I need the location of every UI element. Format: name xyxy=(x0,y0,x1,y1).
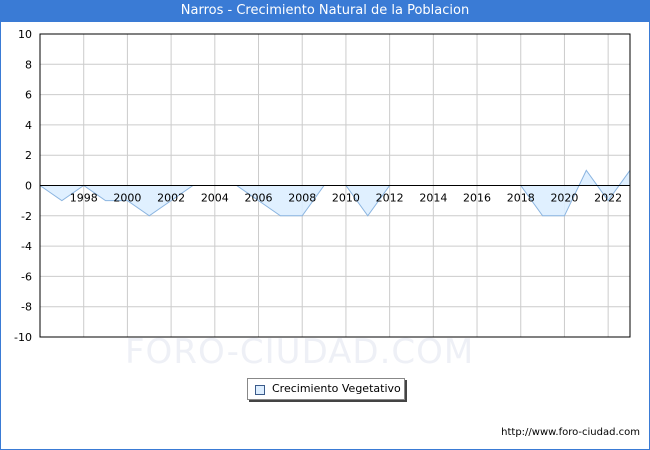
x-tick-label: 2006 xyxy=(245,192,273,205)
x-tick-label: 2014 xyxy=(419,192,447,205)
x-tick-label: 2008 xyxy=(288,192,316,205)
legend-label: Crecimiento Vegetativo xyxy=(272,382,401,395)
y-tick-label: 4 xyxy=(25,119,32,132)
y-tick-label: 8 xyxy=(25,58,32,71)
x-tick-label: 2020 xyxy=(550,192,578,205)
x-tick-label: 2010 xyxy=(332,192,360,205)
x-tick-label: 2012 xyxy=(376,192,404,205)
y-tick-label: -6 xyxy=(21,270,32,283)
y-tick-label: -8 xyxy=(21,301,32,314)
y-tick-label: 10 xyxy=(18,28,32,41)
axes xyxy=(39,33,631,338)
x-tick-label: 2002 xyxy=(157,192,185,205)
x-tick-label: 2000 xyxy=(113,192,141,205)
y-tick-label: -2 xyxy=(21,210,32,223)
x-tick-label: 1998 xyxy=(70,192,98,205)
y-tick-label: -4 xyxy=(21,240,32,253)
y-tick-label: -10 xyxy=(14,331,32,344)
x-tick-label: 2016 xyxy=(463,192,491,205)
x-tick-label: 2018 xyxy=(507,192,535,205)
y-tick-label: 2 xyxy=(25,149,32,162)
legend-swatch xyxy=(255,385,265,395)
y-tick-label: 0 xyxy=(25,180,32,193)
legend: Crecimiento Vegetativo xyxy=(247,378,405,400)
x-tick-label: 2004 xyxy=(201,192,229,205)
x-tick-label: 2022 xyxy=(594,192,622,205)
source-url[interactable]: http://www.foro-ciudad.com xyxy=(501,427,640,438)
y-tick-label: 6 xyxy=(25,89,32,102)
